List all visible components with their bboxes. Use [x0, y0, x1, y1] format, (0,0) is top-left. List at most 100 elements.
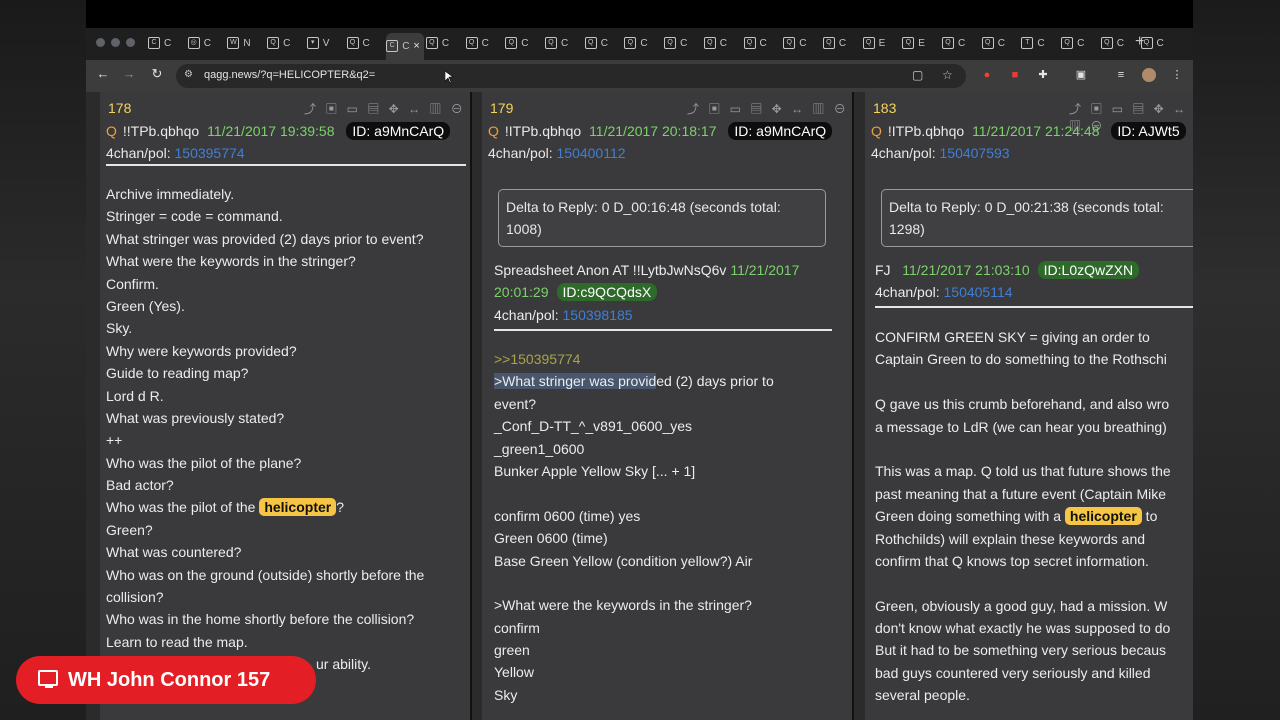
post-line: Bad actor? — [106, 477, 174, 494]
reply-link[interactable]: 150405114 — [944, 284, 1013, 300]
browser-tab[interactable]: QC — [584, 35, 623, 53]
address-bar[interactable]: ⚙ qagg.news/?q=HELICOPTER&q2= ▢ ☆ — [176, 64, 966, 88]
board-line: 4chan/pol: 150400112 — [488, 145, 626, 161]
quote-link[interactable]: >>150395774 — [494, 351, 580, 367]
column-gap — [470, 92, 472, 720]
extensions-puzzle-icon[interactable]: ✚ — [1036, 68, 1050, 82]
tab-favicon-icon: Q — [743, 37, 756, 50]
reload-icon[interactable]: ↻ — [147, 66, 167, 82]
post-header: Q !!TPb.qbhqo 11/21/2017 19:39:58 ID: a9M… — [106, 122, 451, 140]
tripcode: !!TPb.qbhqo — [122, 123, 200, 139]
browser-tab[interactable]: QC — [1140, 35, 1179, 53]
reply-date-2: 20:01:29 — [494, 284, 549, 301]
browser-tab[interactable]: QC — [822, 35, 861, 53]
tab-label: C — [759, 38, 767, 49]
menu-kebab-icon[interactable]: ⋮ — [1170, 68, 1184, 82]
browser-tab[interactable]: QE — [862, 35, 901, 53]
browser-tab[interactable]: CC — [148, 35, 186, 53]
tab-favicon-icon: Q — [862, 37, 875, 50]
browser-tab[interactable]: QC — [1100, 35, 1139, 53]
window-close-dot[interactable] — [96, 38, 105, 47]
delta-line-2: 1008) — [506, 221, 542, 237]
tab-favicon-icon: Q — [942, 37, 954, 50]
browser-tab[interactable]: C C × — [386, 33, 425, 60]
browser-tab[interactable]: QC — [743, 35, 782, 53]
extension-icon-1[interactable]: ● — [980, 68, 994, 82]
browser-tab[interactable]: TC — [1021, 35, 1059, 53]
post-line: a message to LdR (we can hear you breath… — [875, 418, 1167, 435]
selected-text[interactable]: >What stringer was provid — [494, 373, 657, 390]
bookmark-star-icon[interactable]: ☆ — [942, 68, 953, 82]
post-line: don't know what exactly he was supposed … — [875, 620, 1171, 637]
post-line: Guide to reading map? — [106, 365, 249, 382]
avatar[interactable] — [1142, 68, 1156, 82]
reading-list-icon[interactable]: ≡ — [1114, 68, 1128, 82]
tab-favicon-icon: ▾ — [306, 37, 319, 50]
tab-label: C — [561, 38, 569, 49]
tab-favicon-icon: Q — [425, 37, 438, 50]
mouse-cursor-icon — [445, 71, 453, 83]
post-line: ++ — [106, 432, 123, 449]
browser-tab[interactable]: ◎ C — [187, 35, 226, 53]
tab-favicon-icon: Q — [584, 37, 597, 50]
post-tools-icons[interactable]: ⤴ ▣ ▭ ▤ ✥ ↔ ▥ ⊖ — [687, 100, 849, 117]
video-bg-left — [0, 0, 86, 720]
site-info-icon[interactable]: ⚙ — [184, 69, 193, 80]
reply-date: 11/21/2017 21:03:10 — [902, 262, 1030, 278]
search-highlight: helicopter — [1064, 507, 1142, 526]
browser-tab[interactable]: QC — [425, 35, 464, 53]
window-minimize-dot[interactable] — [111, 38, 120, 47]
post-link[interactable]: 150400112 — [557, 145, 626, 161]
post-line: confirm — [494, 619, 540, 636]
browser-tab[interactable]: QC — [267, 35, 305, 53]
reply-author: Spreadsheet Anon AT !!LytbJwNsQ6v — [494, 262, 727, 278]
browser-tab[interactable]: QC — [942, 35, 980, 53]
browser-tab[interactable]: QE — [902, 35, 940, 53]
post-header: Q !ITPb.qbhqo 11/21/2017 21:24:48 ID: AJW… — [871, 122, 1186, 140]
browser-tab[interactable]: QC — [346, 35, 385, 53]
post-line: Who was the pilot of the plane? — [106, 454, 302, 471]
tab-favicon-icon: Q — [1061, 37, 1074, 50]
post-link[interactable]: 150395774 — [175, 145, 245, 161]
browser-tab[interactable]: QC — [505, 35, 543, 53]
post-line: event? — [494, 395, 537, 412]
back-icon[interactable]: ← — [93, 66, 113, 81]
reply-divider — [875, 306, 1193, 308]
post-column-179: 179 ⤴ ▣ ▭ ▤ ✥ ↔ ▥ ⊖ Q !ITPb.qbhqo 11/21/2… — [482, 92, 852, 720]
delta-box: Delta to Reply: 0 D_00:21:38 (seconds to… — [881, 189, 1193, 247]
tab-search-icon[interactable]: ▢ — [912, 68, 923, 82]
browser-tab[interactable]: QC — [664, 35, 702, 53]
tab-favicon-icon: Q — [902, 37, 915, 50]
tab-close-icon[interactable]: × — [413, 40, 419, 52]
post-link[interactable]: 150407593 — [940, 145, 1010, 161]
browser-tab[interactable]: QC — [545, 35, 583, 53]
reply-link[interactable]: 150398185 — [563, 307, 633, 323]
post-number: 179 — [490, 100, 514, 116]
post-date: 11/21/2017 20:18:17 — [589, 123, 717, 139]
line-text: Green doing something with a — [875, 508, 1065, 525]
cast-icon[interactable]: ▣ — [1074, 68, 1088, 82]
extension-icon-2[interactable]: ■ — [1008, 68, 1022, 82]
browser-tab[interactable]: QC — [703, 35, 742, 53]
window-maximize-dot[interactable] — [126, 38, 135, 47]
tab-label: C — [164, 38, 172, 49]
post-tools-icons[interactable]: ⤴ ▣ ▭ ▤ ✥ ↔ ▥ ⊖ — [304, 100, 466, 117]
browser-tab[interactable]: QC — [981, 35, 1020, 53]
tab-favicon-icon: Q — [624, 37, 637, 50]
browser-tab[interactable]: WN — [227, 35, 265, 53]
post-line: Q gave us this crumb beforehand, and als… — [875, 396, 1170, 413]
browser-toolbar: ← → ↻ ⚙ qagg.news/?q=HELICOPTER&q2= ▢ ☆ … — [86, 60, 1193, 92]
browser-tab[interactable]: ▾ V — [306, 35, 345, 53]
tab-label: N — [243, 38, 251, 49]
forward-icon[interactable]: → — [119, 66, 139, 81]
browser-tab[interactable]: QC — [1061, 35, 1099, 53]
url-text[interactable]: qagg.news/?q=HELICOPTER&q2= — [204, 69, 375, 81]
tab-label: C — [640, 38, 648, 49]
browser-tab[interactable]: QC — [624, 35, 662, 53]
delta-line-1: Delta to Reply: 0 D_00:16:48 (seconds to… — [506, 199, 781, 215]
tab-label: C — [799, 38, 807, 49]
browser-tab[interactable]: QC — [783, 35, 821, 53]
reply-author: FJ — [875, 262, 891, 278]
new-tab-button[interactable]: + — [1135, 33, 1144, 51]
browser-tab[interactable]: QC — [465, 35, 504, 53]
